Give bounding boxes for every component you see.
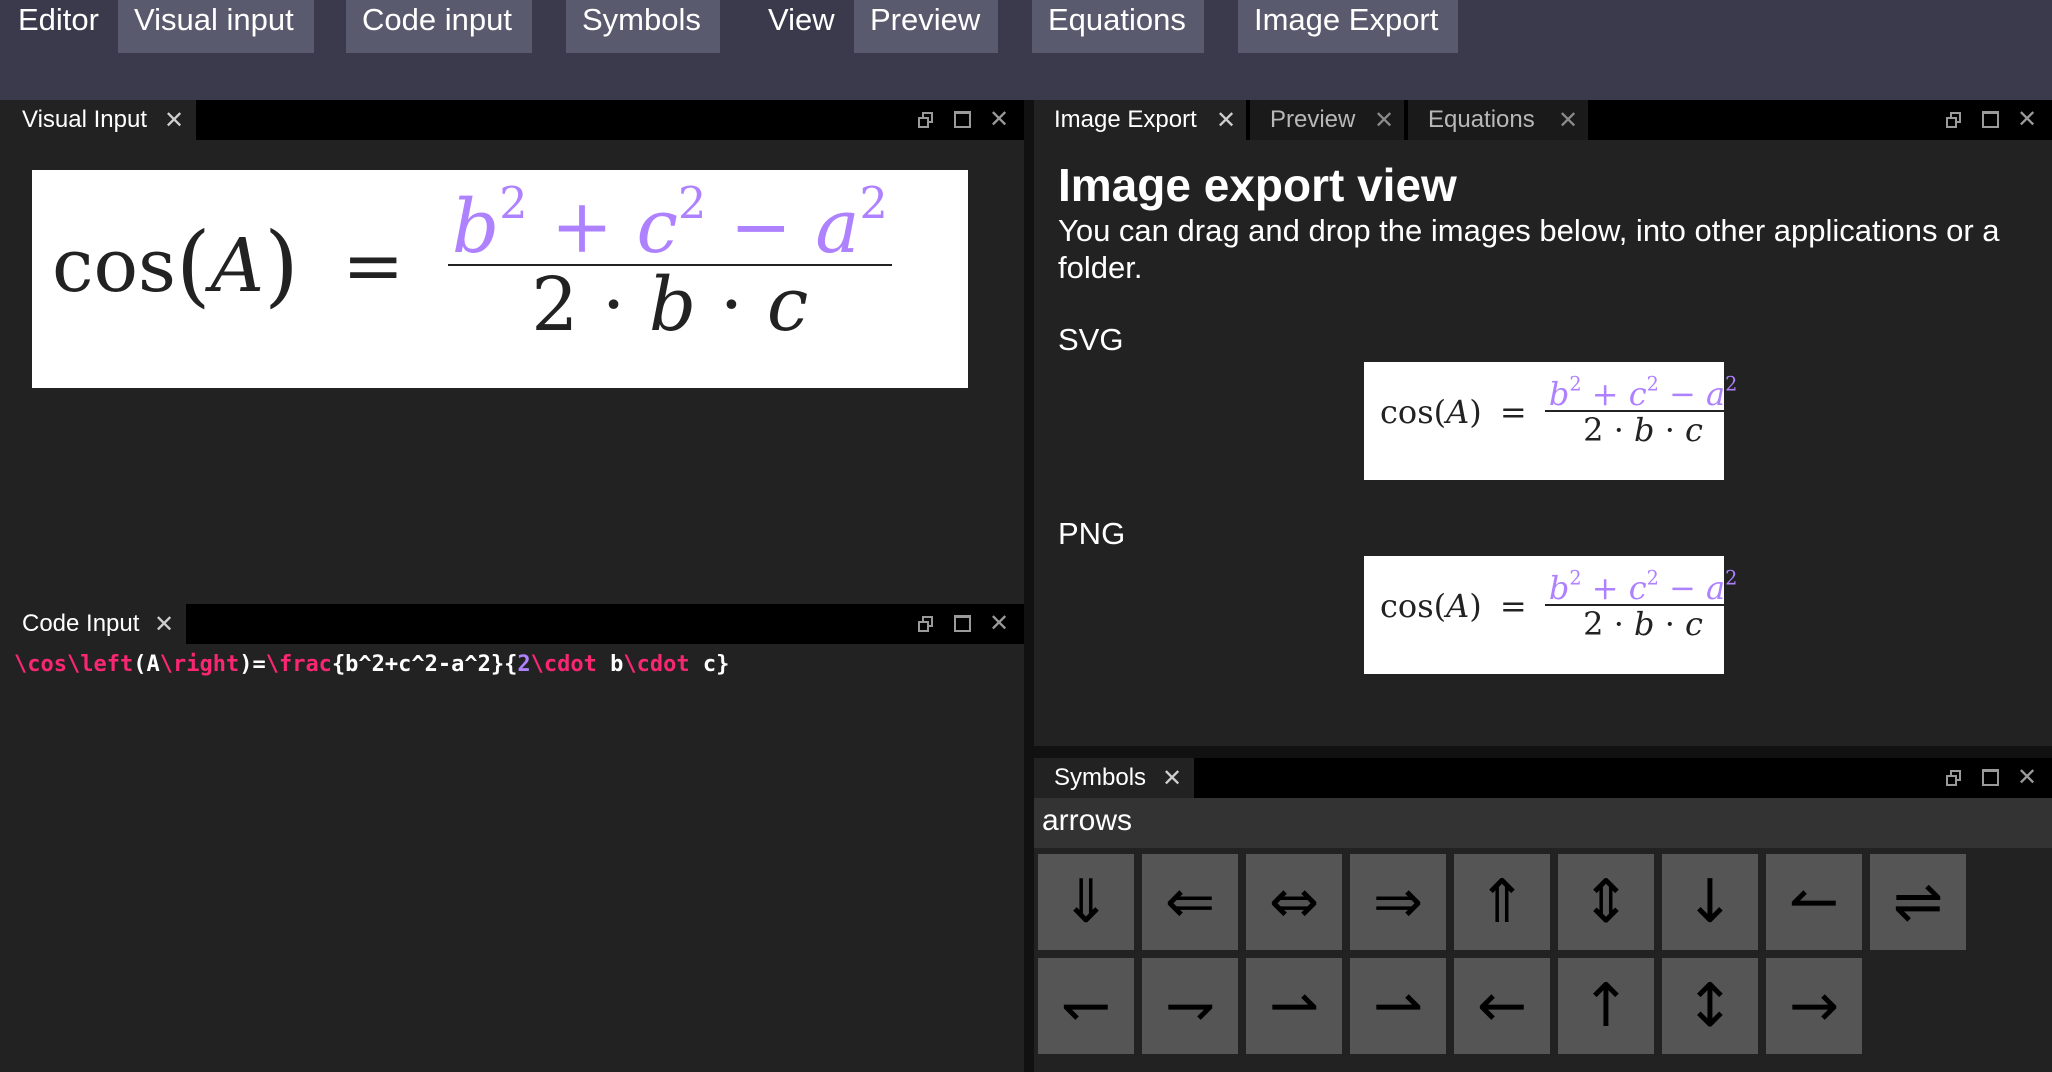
restore-icon[interactable] [1940, 758, 1970, 798]
tab-label: Preview [1270, 106, 1356, 133]
menu-preview-button[interactable]: Preview [854, 0, 998, 53]
symbol-button[interactable]: ⇔ [1246, 854, 1342, 950]
tab-image-export[interactable]: Image Export ✕ [1034, 100, 1246, 140]
tab-visual-input[interactable]: Visual Input ✕ [2, 100, 196, 140]
tab-label: Visual Input [22, 106, 147, 133]
symbol-button[interactable]: ⇌ [1870, 854, 1966, 950]
close-icon[interactable]: ✕ [1374, 100, 1394, 142]
visual-formula-editor[interactable]: cos(A) = b2 + c2 − a2 2 · b · c [32, 170, 968, 388]
symbol-button[interactable]: ⇁ [1142, 958, 1238, 1054]
image-export-panel: Image Export ✕ Preview ✕ Equations ✕ ✕ I… [1034, 100, 2052, 746]
horizontal-splitter[interactable] [1034, 746, 2052, 758]
restore-icon[interactable] [912, 100, 942, 140]
image-export-description: You can drag and drop the images below, … [1058, 213, 2000, 285]
maximize-icon[interactable] [948, 604, 978, 644]
window-controls: ✕ [1940, 100, 2040, 140]
maximize-icon[interactable] [1976, 758, 2006, 798]
formula-visual: cos(A) = b2 + c2 − a2 2 · b · c [52, 182, 892, 342]
symbol-button[interactable]: ↼ [1766, 854, 1862, 950]
tab-label: Equations [1428, 106, 1535, 133]
symbol-button[interactable]: ⇕ [1558, 854, 1654, 950]
menu-symbols-button[interactable]: Symbols [566, 0, 720, 53]
maximize-icon[interactable] [1976, 100, 2006, 140]
svg-image[interactable]: cos(A) = b2 + c2 − a2 2 · b · c [1364, 362, 1742, 480]
tab-preview[interactable]: Preview ✕ [1250, 100, 1404, 140]
tab-symbols[interactable]: Symbols ✕ [1034, 758, 1194, 798]
png-image[interactable]: cos(A) = b2 + c2 − a2 2 · b · c [1364, 556, 1742, 674]
image-export-title: Image export view [1058, 159, 1457, 211]
symbol-button[interactable]: ⇓ [1038, 854, 1134, 950]
symbol-button[interactable]: ↕ [1662, 958, 1758, 1054]
tab-equations[interactable]: Equations ✕ [1408, 100, 1588, 140]
tab-label: Symbols [1054, 764, 1147, 791]
png-label: PNG [1058, 516, 1126, 551]
close-icon[interactable]: ✕ [2012, 758, 2042, 798]
close-icon[interactable]: ✕ [1216, 100, 1236, 142]
close-icon[interactable]: ✕ [154, 604, 174, 646]
menu-view[interactable]: View [752, 0, 851, 53]
symbol-button[interactable]: → [1766, 958, 1862, 1054]
tab-label: Image Export [1054, 106, 1197, 133]
close-icon[interactable]: ✕ [984, 604, 1014, 644]
code-input-panel: Code Input ✕ ✕ \cos\left(A\right)=\frac{… [2, 604, 1024, 1072]
symbol-button[interactable]: ← [1454, 958, 1550, 1054]
menu-bar: Editor Visual input Code input Symbols V… [0, 0, 2052, 100]
symbol-button[interactable]: ↑ [1558, 958, 1654, 1054]
menu-visual-input-button[interactable]: Visual input [118, 0, 314, 53]
right-tabstrip: Image Export ✕ Preview ✕ Equations ✕ ✕ [1034, 100, 2052, 140]
formula-svg: cos(A) = b2 + c2 − a2 2 · b · c [1380, 375, 1742, 446]
symbols-category-label: arrows [1042, 804, 1133, 837]
window-controls: ✕ [1940, 758, 2040, 798]
close-icon[interactable]: ✕ [984, 100, 1014, 140]
symbol-button[interactable]: ⇀ [1350, 958, 1446, 1054]
close-icon[interactable]: ✕ [164, 100, 184, 142]
symbol-button[interactable]: ⇐ [1142, 854, 1238, 950]
menu-code-input-button[interactable]: Code input [346, 0, 532, 53]
visual-input-panel: Visual Input ✕ ✕ cos(A) = b2 + c2 − a2 2… [2, 100, 1024, 594]
maximize-icon[interactable] [948, 100, 978, 140]
menu-image-export-button[interactable]: Image Export [1238, 0, 1458, 53]
close-icon[interactable]: ✕ [1162, 758, 1182, 800]
code-input-tabstrip: Code Input ✕ ✕ [2, 604, 1024, 644]
visual-input-tabstrip: Visual Input ✕ ✕ [2, 100, 1024, 140]
restore-icon[interactable] [1940, 100, 1970, 140]
window-controls: ✕ [912, 604, 1012, 644]
restore-icon[interactable] [912, 604, 942, 644]
vertical-splitter[interactable] [1024, 100, 1034, 1072]
symbols-tabstrip: Symbols ✕ ✕ [1034, 758, 2052, 798]
symbol-button[interactable]: ⇀ [1246, 958, 1342, 1054]
close-icon[interactable]: ✕ [2012, 100, 2042, 140]
svg-label: SVG [1058, 322, 1124, 357]
symbol-button[interactable]: ⇑ [1454, 854, 1550, 950]
symbol-button[interactable]: ↽ [1038, 958, 1134, 1054]
symbols-category-header[interactable]: arrows [1034, 798, 2052, 848]
symbol-button[interactable]: ↓ [1662, 854, 1758, 950]
window-controls: ✕ [912, 100, 1012, 140]
symbols-panel: Symbols ✕ ✕ arrows ⇓ ⇐ ⇔ ⇒ ⇑ ⇕ ↓ ↼ ⇌ ↽ ⇁ ⇀ ⇀ ← ↑ ↕ → [1034, 758, 2052, 1072]
tab-label: Code Input [22, 610, 140, 637]
symbols-grid: ⇓ ⇐ ⇔ ⇒ ⇑ ⇕ ↓ ↼ ⇌ ↽ ⇁ ⇀ ⇀ ← ↑ ↕ → [1034, 854, 2052, 1072]
code-editor[interactable]: \cos\left(A\right)=\frac{b^2+c^2-a^2}{2\… [14, 652, 729, 677]
menu-editor[interactable]: Editor [2, 0, 115, 53]
symbol-button[interactable]: ⇒ [1350, 854, 1446, 950]
tab-code-input[interactable]: Code Input ✕ [2, 604, 186, 644]
menu-equations-button[interactable]: Equations [1032, 0, 1204, 53]
close-icon[interactable]: ✕ [1558, 100, 1578, 142]
formula-png: cos(A) = b2 + c2 − a2 2 · b · c [1380, 569, 1742, 640]
